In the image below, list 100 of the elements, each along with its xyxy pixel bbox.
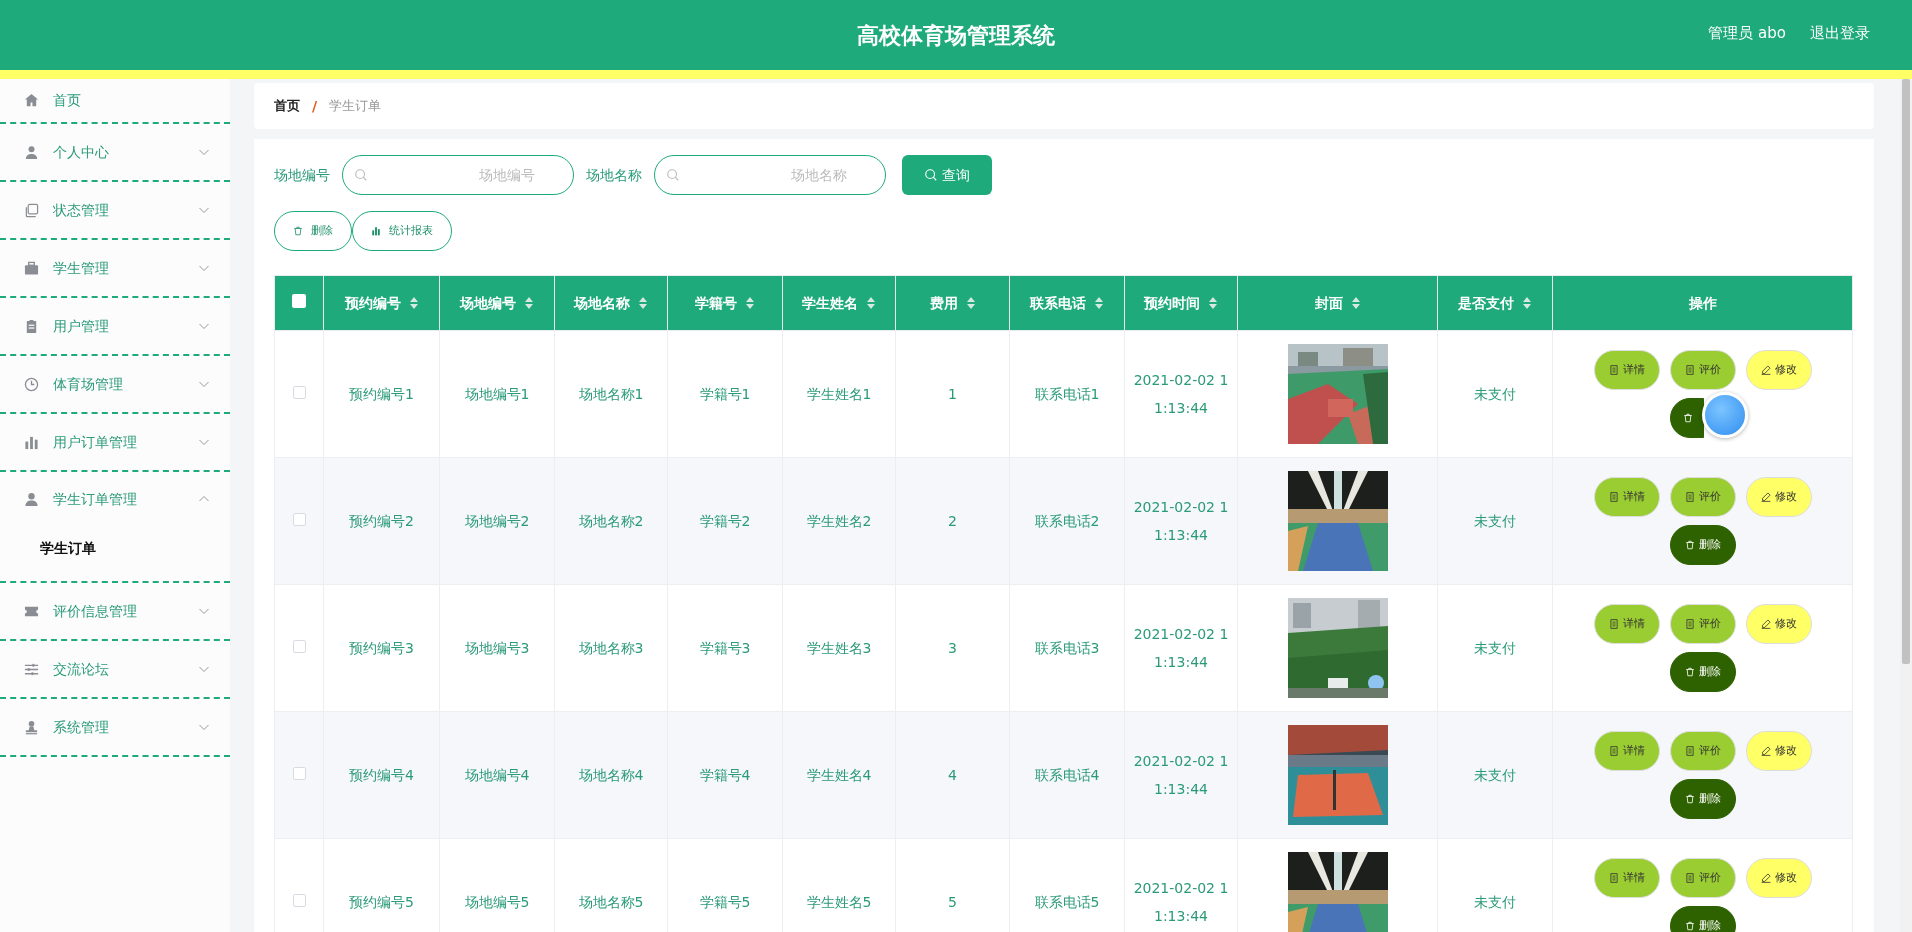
sliders-icon <box>24 661 39 677</box>
stamp-icon <box>24 719 39 735</box>
table-cell: 学籍号4 <box>699 766 751 783</box>
review-button[interactable]: 评价 <box>1669 604 1736 644</box>
table-cell: 学籍号3 <box>699 639 751 656</box>
delete-button[interactable] <box>1669 398 1704 438</box>
logout-link[interactable]: 退出登录 <box>1810 22 1870 45</box>
sort-icon[interactable] <box>1350 296 1361 310</box>
table-cell-text: 2021-02-02 11:13:44 <box>1133 625 1229 672</box>
search-icon <box>354 168 368 182</box>
table-cell: 学生姓名4 <box>806 766 872 783</box>
table-cell: 学籍号2 <box>699 512 751 529</box>
sidebar-item[interactable]: 个人中心 <box>0 124 230 182</box>
table-cell: 4 <box>948 766 957 783</box>
document-icon <box>1608 873 1619 883</box>
detail-button[interactable]: 详情 <box>1593 731 1660 771</box>
column-header[interactable]: 预约时间 <box>1144 292 1200 314</box>
sort-icon[interactable] <box>1094 296 1104 310</box>
search-field[interactable]: 场地编号 <box>342 155 574 195</box>
sidebar-item[interactable]: 用户订单管理 <box>0 414 230 472</box>
column-header[interactable]: 是否支付 <box>1458 292 1514 314</box>
delete-button[interactable]: 删除 <box>1669 652 1736 692</box>
copy-icon <box>24 202 39 218</box>
breadcrumb-item[interactable]: 首页 <box>274 96 300 116</box>
row-checkbox[interactable] <box>292 512 306 526</box>
bar-chart-icon <box>371 226 381 236</box>
table-cell-text: 2021-02-02 11:13:44 <box>1133 879 1229 926</box>
row-checkbox[interactable] <box>292 766 306 780</box>
submenu-item[interactable]: 学生订单 <box>0 526 230 571</box>
table-cell-text: 2021-02-02 11:13:44 <box>1133 498 1229 545</box>
column-header[interactable]: 场地编号 <box>460 292 516 314</box>
sort-icon[interactable] <box>638 296 648 310</box>
row-checkbox[interactable] <box>292 639 306 653</box>
column-header[interactable]: 学籍号 <box>695 292 737 314</box>
column-header[interactable]: 学生姓名 <box>802 292 858 314</box>
table-cell: 场地编号4 <box>464 766 530 783</box>
select-all-checkbox[interactable] <box>292 293 306 308</box>
detail-button[interactable]: 详情 <box>1593 604 1660 644</box>
sidebar-item[interactable]: 状态管理 <box>0 182 230 240</box>
sidebar-item[interactable]: 评价信息管理 <box>0 583 230 641</box>
scrollbar[interactable] <box>1900 79 1912 932</box>
table-cell: 场地编号3 <box>464 639 530 656</box>
sidebar-item[interactable]: 学生订单管理 <box>0 472 230 526</box>
sort-icon[interactable] <box>408 296 419 310</box>
sort-icon[interactable] <box>524 296 534 310</box>
sidebar-item[interactable]: 首页 <box>0 79 230 124</box>
table-cell: 学生姓名3 <box>806 639 872 656</box>
action-button[interactable]: 统计报表 <box>352 211 452 251</box>
document-icon <box>1608 619 1619 629</box>
search-button[interactable]: 查询 <box>902 155 992 195</box>
edit-button[interactable]: 修改 <box>1745 604 1812 644</box>
column-header[interactable]: 联系电话 <box>1030 292 1086 314</box>
delete-button[interactable]: 删除 <box>1669 525 1736 565</box>
edit-button[interactable]: 修改 <box>1745 858 1812 898</box>
sidebar-item[interactable]: 体育场管理 <box>0 356 230 414</box>
sidebar-item[interactable]: 系统管理 <box>0 699 230 757</box>
sidebar-item[interactable]: 学生管理 <box>0 240 230 298</box>
document-icon <box>1684 365 1695 375</box>
delete-button[interactable]: 删除 <box>1669 779 1736 819</box>
review-button[interactable]: 评价 <box>1669 731 1736 771</box>
column-header[interactable]: 预约编号 <box>344 292 401 314</box>
delete-button[interactable]: 删除 <box>1669 906 1736 932</box>
trash-icon <box>1684 794 1695 804</box>
bar-chart-icon <box>24 434 39 450</box>
table-cell: 学生姓名2 <box>806 512 872 529</box>
detail-button[interactable]: 详情 <box>1593 477 1660 517</box>
trash-icon <box>293 226 303 236</box>
trash-icon <box>1684 667 1695 677</box>
detail-button[interactable]: 详情 <box>1593 858 1660 898</box>
sort-icon[interactable] <box>1522 296 1532 310</box>
search-field[interactable]: 场地名称 <box>654 155 886 195</box>
sidebar-item[interactable]: 用户管理 <box>0 298 230 356</box>
sort-icon[interactable] <box>965 296 976 310</box>
row-checkbox[interactable] <box>292 385 306 399</box>
document-icon <box>1684 746 1695 756</box>
column-header[interactable]: 费用 <box>929 292 958 314</box>
edit-button[interactable]: 修改 <box>1745 731 1812 771</box>
pencil-icon <box>1760 492 1771 502</box>
sidebar-item[interactable]: 交流论坛 <box>0 641 230 699</box>
table-cell: 1 <box>948 385 957 402</box>
search-icon <box>924 168 938 182</box>
table-cell: 5 <box>948 893 957 910</box>
column-header[interactable]: 封面 <box>1314 292 1343 314</box>
review-button[interactable]: 评价 <box>1669 350 1736 390</box>
detail-button[interactable]: 详情 <box>1593 350 1660 390</box>
review-button[interactable]: 评价 <box>1669 858 1736 898</box>
briefcase-icon <box>24 260 39 276</box>
action-button[interactable]: 删除 <box>274 211 352 251</box>
sort-icon[interactable] <box>745 296 755 310</box>
review-button[interactable]: 评价 <box>1669 477 1736 517</box>
floating-assistant-menu[interactable] <box>1701 392 1748 438</box>
edit-button[interactable]: 修改 <box>1745 350 1812 390</box>
table-cell-text: 2021-02-02 11:13:44 <box>1133 752 1229 799</box>
table-cell: 学生姓名5 <box>806 893 872 910</box>
sort-icon[interactable] <box>866 296 876 310</box>
sort-icon[interactable] <box>1208 296 1218 310</box>
clipboard-icon <box>24 318 39 334</box>
edit-button[interactable]: 修改 <box>1745 477 1812 517</box>
column-header[interactable]: 场地名称 <box>574 292 630 314</box>
row-checkbox[interactable] <box>292 893 306 907</box>
